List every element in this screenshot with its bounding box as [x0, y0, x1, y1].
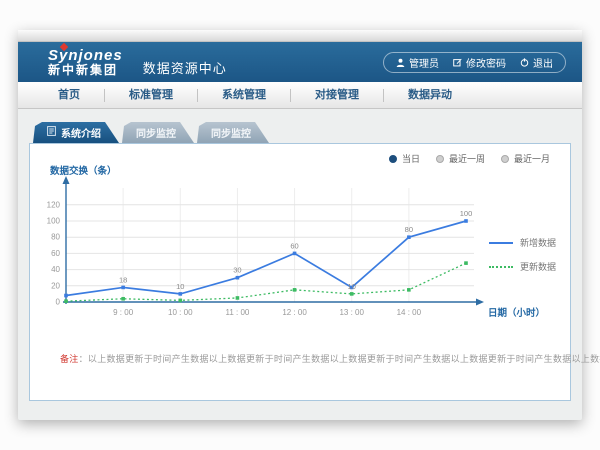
svg-text:100: 100: [47, 217, 61, 226]
svg-text:11 : 00: 11 : 00: [225, 308, 249, 317]
svg-text:100: 100: [460, 209, 473, 218]
svg-text:18: 18: [119, 275, 127, 284]
user-button[interactable]: 管理员: [396, 55, 439, 70]
footnote-label: 备注: [60, 354, 79, 364]
legend-updated-data: 更新数据: [489, 260, 556, 273]
svg-text:14 : 00: 14 : 00: [397, 308, 422, 317]
chart-panel: 当日 最近一周 最近一月 0204060801001209 : 0010 : 0…: [29, 143, 571, 401]
tab-sync-monitor-2[interactable]: 同步监控: [197, 122, 269, 143]
svg-text:20: 20: [51, 281, 60, 290]
nav-item-home[interactable]: 首页: [34, 82, 104, 108]
svg-text:0: 0: [56, 298, 61, 307]
nav-item-data-change[interactable]: 数据异动: [384, 82, 476, 108]
page-title: 数据资源中心: [143, 58, 227, 77]
svg-text:数据交换（条）: 数据交换（条）: [49, 165, 117, 177]
brand-logo: Synjones 新中新集团: [48, 48, 123, 76]
svg-text:60: 60: [51, 249, 60, 258]
logo-primary: Synjones: [48, 48, 123, 63]
series-legend: 新增数据 更新数据: [489, 236, 556, 273]
svg-text:9 : 00: 9 : 00: [113, 308, 134, 317]
svg-text:10: 10: [176, 282, 184, 291]
edit-icon: [453, 58, 462, 67]
power-icon: [520, 58, 529, 67]
window-top-strip: [18, 30, 582, 42]
app-header: Synjones 新中新集团 数据资源中心 管理员 修改密码: [18, 42, 582, 82]
nav-item-system-mgmt[interactable]: 系统管理: [198, 82, 290, 108]
svg-text:日期（小时）: 日期（小时）: [488, 307, 545, 319]
tab-sync-monitor-1[interactable]: 同步监控: [122, 122, 194, 143]
nav-item-standard-mgmt[interactable]: 标准管理: [105, 82, 197, 108]
desktop-frame: Synjones 新中新集团 数据资源中心 管理员 修改密码: [0, 0, 600, 450]
svg-text:80: 80: [51, 233, 60, 242]
svg-text:60: 60: [290, 241, 298, 250]
svg-text:40: 40: [51, 265, 60, 274]
legend-new-data: 新增数据: [489, 236, 556, 249]
tab-system-intro[interactable]: 系统介绍: [33, 122, 119, 143]
main-nav: 首页 标准管理 系统管理 对接管理 数据异动: [18, 82, 582, 109]
document-icon: [47, 126, 56, 139]
user-toolbar: 管理员 修改密码 退出: [383, 52, 566, 73]
tab-bar: 系统介绍 同步监控 同步监控: [33, 122, 571, 143]
app-window: Synjones 新中新集团 数据资源中心 管理员 修改密码: [18, 30, 582, 420]
logo-secondary: 新中新集团: [48, 64, 123, 76]
footnote: 备注：以上数据更新于时间产生数据以上数据更新于时间产生数据以上数据更新于时间产生…: [60, 352, 600, 365]
solid-line-icon: [489, 242, 513, 244]
svg-text:13 : 00: 13 : 00: [339, 308, 364, 317]
nav-item-interface-mgmt[interactable]: 对接管理: [291, 82, 383, 108]
dotted-line-icon: [489, 266, 513, 268]
svg-text:12 : 00: 12 : 00: [282, 308, 307, 317]
user-icon: [396, 58, 405, 67]
svg-text:10 : 00: 10 : 00: [168, 308, 193, 317]
svg-text:80: 80: [405, 225, 413, 234]
logout-button[interactable]: 退出: [520, 55, 553, 70]
svg-text:30: 30: [233, 266, 241, 275]
footnote-text: ：以上数据更新于时间产生数据以上数据更新于时间产生数据以上数据更新于时间产生数据…: [79, 354, 600, 364]
content-area: 系统介绍 同步监控 同步监控 当日 最近一周: [18, 109, 582, 419]
svg-text:10: 10: [348, 282, 356, 291]
svg-text:120: 120: [47, 200, 61, 209]
change-password-button[interactable]: 修改密码: [453, 55, 506, 70]
